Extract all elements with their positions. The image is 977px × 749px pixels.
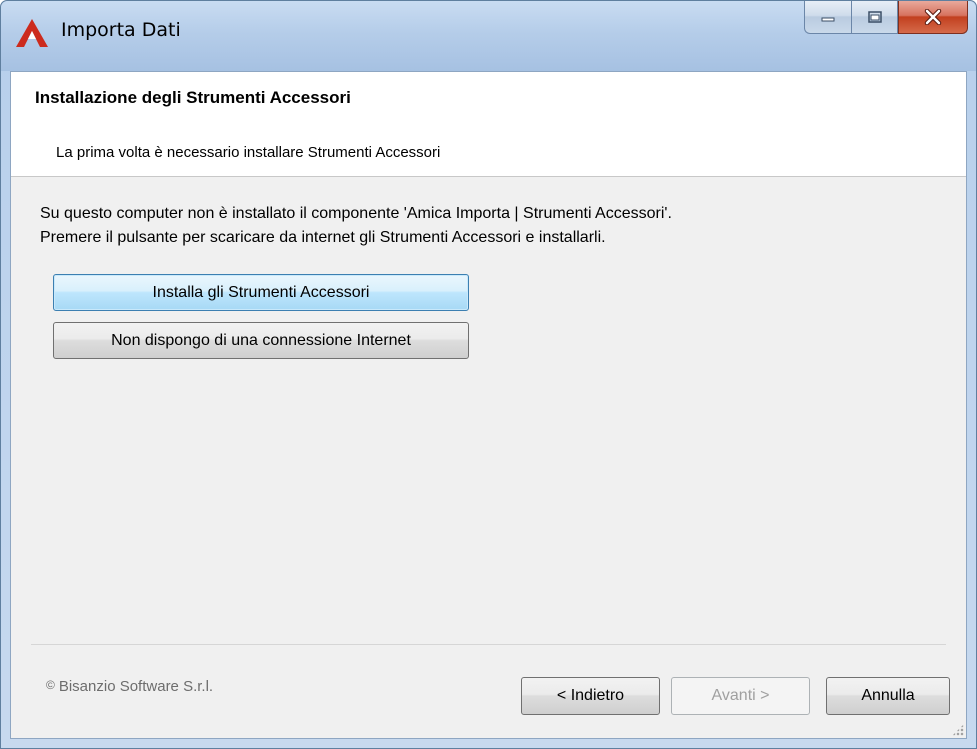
- next-button[interactable]: Avanti >: [671, 677, 810, 715]
- app-logo-icon: [16, 19, 48, 47]
- wizard-header: Installazione degli Strumenti Accessori …: [11, 72, 966, 177]
- cancel-button[interactable]: Annulla: [826, 677, 950, 715]
- maximize-icon: [867, 11, 882, 23]
- caption-buttons: [804, 1, 968, 35]
- info-message: Su questo computer non è installato il c…: [40, 202, 672, 250]
- close-button[interactable]: [898, 1, 968, 34]
- back-button[interactable]: < Indietro: [521, 677, 660, 715]
- copyright-label: © Bisanzio Software S.r.l.: [46, 678, 213, 695]
- import-data-window: Importa Dati Installazione degli Strumen…: [0, 0, 977, 749]
- info-line-1: Su questo computer non è installato il c…: [40, 205, 672, 222]
- page-subtitle: La prima volta è necessario installare S…: [56, 144, 441, 161]
- no-internet-button[interactable]: Non dispongo di una connessione Internet: [53, 322, 469, 359]
- minimize-button[interactable]: [804, 1, 851, 34]
- resize-grip[interactable]: [952, 724, 964, 736]
- install-tools-button[interactable]: Installa gli Strumenti Accessori: [53, 274, 469, 311]
- copyright-symbol: ©: [46, 678, 55, 692]
- close-icon: [924, 9, 942, 25]
- maximize-button[interactable]: [851, 1, 898, 34]
- wizard-client-area: Installazione degli Strumenti Accessori …: [10, 71, 967, 739]
- title-bar[interactable]: Importa Dati: [1, 1, 976, 71]
- page-title: Installazione degli Strumenti Accessori: [35, 88, 351, 107]
- info-line-2: Premere il pulsante per scaricare da int…: [40, 229, 606, 246]
- copyright-text: Bisanzio Software S.r.l.: [58, 678, 214, 695]
- minimize-icon: [821, 17, 835, 22]
- footer-divider: [31, 644, 946, 645]
- window-title: Importa Dati: [61, 19, 181, 41]
